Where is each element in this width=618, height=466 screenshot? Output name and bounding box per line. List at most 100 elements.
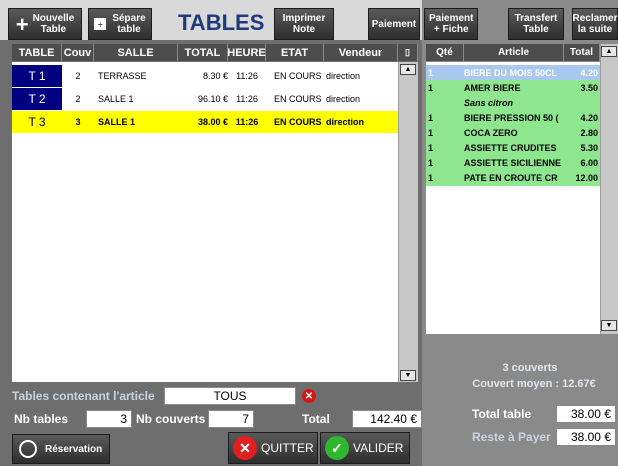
quit-button[interactable]: ✕ QUITTER bbox=[228, 432, 318, 464]
filter-article-input[interactable]: TOUS bbox=[164, 387, 296, 405]
order-scroll-up-icon[interactable]: ▲ bbox=[601, 46, 617, 57]
table-heure: 11:26 bbox=[236, 71, 258, 81]
order-qty: 1 bbox=[428, 127, 434, 138]
remaining-field: 38.00 € bbox=[556, 428, 616, 446]
table-total: 96.10 € bbox=[197, 94, 228, 104]
split-table-button[interactable]: ÷ Sépare table bbox=[88, 8, 152, 40]
order-total: 6.00 bbox=[580, 157, 598, 168]
reservation-button[interactable]: Réservation bbox=[12, 434, 110, 464]
check-icon: ✓ bbox=[325, 436, 349, 460]
filter-label: Tables contenant l'article bbox=[12, 389, 155, 403]
table-vendeur: direction bbox=[326, 71, 361, 81]
order-total: 5.30 bbox=[580, 142, 598, 153]
col-total[interactable]: TOTAL bbox=[178, 44, 228, 61]
table-salle: TERRASSE bbox=[98, 71, 147, 81]
table-row[interactable]: T 2 2 SALLE 1 96.10 € 11:26 EN COURS dir… bbox=[12, 88, 398, 110]
new-table-button[interactable]: + Nouvelle Table bbox=[8, 8, 82, 40]
payment-fiche-button[interactable]: Paiement + Fiche bbox=[424, 8, 478, 40]
order-article: PATE EN CROUTE CR bbox=[464, 172, 558, 183]
col-order-total[interactable]: Total bbox=[564, 44, 600, 61]
order-total bbox=[576, 95, 598, 110]
table-id: T 3 bbox=[28, 115, 46, 129]
nb-tables-field: 3 bbox=[86, 410, 132, 428]
total-label: Total bbox=[302, 412, 330, 426]
scroll-down-icon[interactable]: ▼ bbox=[400, 370, 416, 381]
col-heure[interactable]: HEURE bbox=[227, 44, 266, 61]
order-qty: 1 bbox=[428, 67, 434, 78]
order-total: 2.80 bbox=[580, 127, 598, 138]
order-row[interactable]: 1 ASSIETTE CRUDITES 5.30 bbox=[426, 140, 600, 155]
order-qty: 1 bbox=[428, 142, 434, 153]
order-total: 3.50 bbox=[580, 82, 598, 93]
split-icon: ÷ bbox=[94, 18, 107, 30]
avg-cover-text: Couvert moyen : 12.67€ bbox=[472, 378, 596, 390]
nb-couverts-label: Nb couverts bbox=[136, 412, 206, 426]
remaining-label: Reste à Payer bbox=[472, 430, 551, 444]
validate-button[interactable]: ✓ VALIDER bbox=[320, 432, 410, 464]
order-article: Sans citron bbox=[464, 97, 514, 108]
clear-filter-icon[interactable]: ✕ bbox=[302, 389, 316, 403]
col-vendeur[interactable]: Vendeur bbox=[324, 44, 398, 61]
payment-button[interactable]: Paiement bbox=[368, 8, 420, 40]
table-etat: EN COURS bbox=[274, 71, 322, 81]
order-total: 12.00 bbox=[576, 172, 598, 183]
reservation-label: Réservation bbox=[45, 443, 103, 455]
table-vendeur: direction bbox=[326, 94, 361, 104]
table-total: 8.30 € bbox=[202, 71, 228, 81]
order-row[interactable]: 1 ASSIETTE SICILIENNE 6.00 bbox=[426, 155, 600, 170]
table-etat: EN COURS bbox=[274, 117, 322, 127]
table-couv: 3 bbox=[75, 117, 81, 127]
columns-menu-icon[interactable]: ▯ bbox=[398, 44, 418, 61]
order-article: COCA ZERO bbox=[464, 127, 518, 138]
total-table-label: Total table bbox=[472, 407, 532, 421]
close-icon: ✕ bbox=[233, 436, 257, 460]
nb-couverts-field: 7 bbox=[208, 410, 254, 428]
plus-icon: + bbox=[15, 11, 29, 37]
table-id: T 2 bbox=[12, 88, 62, 110]
tables-list bbox=[12, 62, 398, 382]
print-note-button[interactable]: Imprimer Note bbox=[274, 8, 334, 40]
table-row[interactable]: T 1 2 TERRASSE 8.30 € 11:26 EN COURS dir… bbox=[12, 65, 398, 87]
order-row-note[interactable]: Sans citron bbox=[426, 95, 600, 110]
table-heure: 11:26 bbox=[236, 94, 258, 104]
stopwatch-icon bbox=[19, 440, 37, 458]
order-qty: 1 bbox=[428, 172, 434, 183]
quit-label: QUITTER bbox=[261, 440, 314, 455]
table-id: T 1 bbox=[12, 65, 62, 87]
order-qty: 1 bbox=[428, 157, 434, 168]
order-total: 4.20 bbox=[580, 112, 598, 123]
order-row-selected[interactable]: 1 BIERE DU MOIS 50CL 4.20 bbox=[426, 65, 600, 80]
col-qty[interactable]: Qté bbox=[426, 44, 464, 61]
table-etat: EN COURS bbox=[274, 94, 322, 104]
table-row-selected[interactable]: T 3 3 SALLE 1 38.00 € 11:26 EN COURS dir… bbox=[12, 111, 398, 133]
covers-text: 3 couverts bbox=[502, 362, 558, 374]
transfer-table-button[interactable]: Transfert Table bbox=[508, 8, 564, 40]
order-row[interactable]: 1 BIERE PRESSION 50 ( 4.20 bbox=[426, 110, 600, 125]
order-article: ASSIETTE SICILIENNE bbox=[464, 157, 562, 168]
order-row[interactable]: 1 PATE EN CROUTE CR 12.00 bbox=[426, 170, 600, 185]
col-salle[interactable]: SALLE bbox=[94, 44, 178, 61]
col-article[interactable]: Article bbox=[464, 44, 564, 61]
validate-label: VALIDER bbox=[353, 440, 404, 455]
new-table-label: Nouvelle Table bbox=[32, 13, 75, 35]
order-scroll-down-icon[interactable]: ▼ bbox=[601, 320, 617, 331]
order-scrollbar[interactable] bbox=[600, 44, 618, 334]
resume-button[interactable]: Reclamer la suite bbox=[572, 8, 618, 40]
order-qty: 1 bbox=[428, 112, 434, 123]
order-article: ASSIETTE CRUDITES bbox=[464, 142, 557, 153]
order-qty bbox=[428, 95, 458, 110]
table-couv: 2 bbox=[75, 94, 81, 104]
col-couv[interactable]: Couv bbox=[62, 44, 94, 61]
table-heure: 11:26 bbox=[235, 117, 259, 127]
table-salle: SALLE 1 bbox=[98, 94, 134, 104]
scroll-up-icon[interactable]: ▲ bbox=[400, 64, 416, 75]
order-article: BIERE PRESSION 50 ( bbox=[464, 112, 559, 123]
col-etat[interactable]: ETAT bbox=[266, 44, 324, 61]
order-row[interactable]: 1 COCA ZERO 2.80 bbox=[426, 125, 600, 140]
order-article: AMER BIERE bbox=[464, 82, 521, 93]
col-table[interactable]: TABLE bbox=[12, 44, 62, 61]
order-row[interactable]: 1 AMER BIERE 3.50 bbox=[426, 80, 600, 95]
table-total: 38.00 € bbox=[197, 117, 228, 127]
total-table-field: 38.00 € bbox=[556, 405, 616, 423]
tables-scrollbar[interactable] bbox=[398, 62, 418, 382]
